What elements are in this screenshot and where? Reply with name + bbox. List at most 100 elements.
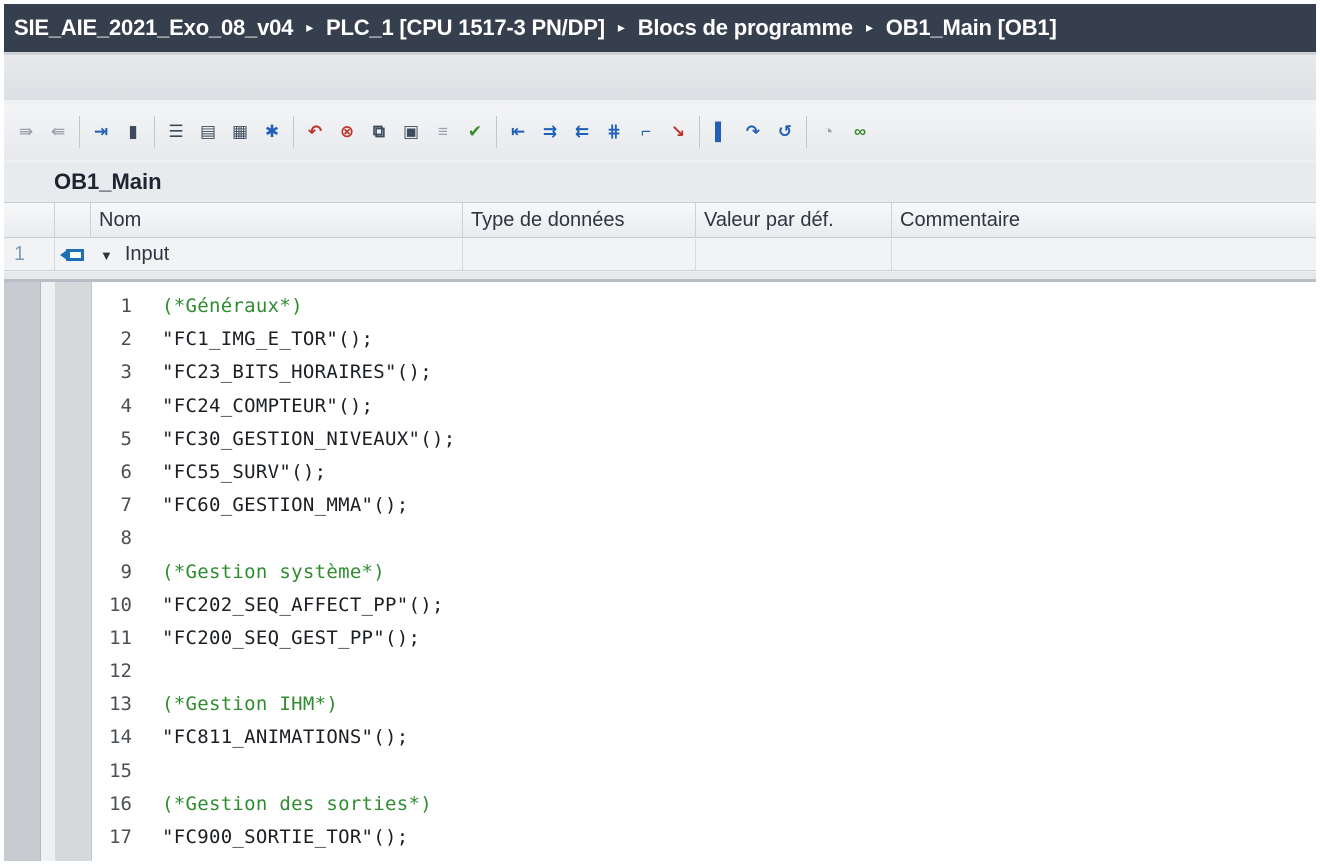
clear-error-icon[interactable]: ⊗ <box>333 118 361 146</box>
toolbar-separator <box>806 116 807 148</box>
glasses-icon[interactable]: ∞ <box>846 118 874 146</box>
line-number: 5 <box>120 427 132 450</box>
line-number: 16 <box>109 792 132 815</box>
indent-icon[interactable]: ▤ <box>194 118 222 146</box>
expand-chevron-icon[interactable]: ▼ <box>100 248 113 263</box>
bookmark-icon[interactable]: ⌐ <box>632 118 660 146</box>
code-line[interactable]: 3 "FC23_BITS_HORAIRES"(); <box>92 356 1316 389</box>
column-comment[interactable]: Commentaire <box>891 203 1316 237</box>
breadcrumb-plc[interactable]: PLC_1 [CPU 1517-3 PN/DP] <box>326 15 605 41</box>
fold-gutter <box>41 282 55 861</box>
line-number: 10 <box>109 593 132 616</box>
line-number: 2 <box>120 328 132 351</box>
header-icon-cell <box>54 203 90 237</box>
line-number: 3 <box>120 361 132 384</box>
line-number: 8 <box>120 527 132 550</box>
code-line[interactable]: 6 "FC55_SURV"(); <box>92 456 1316 489</box>
breadcrumb-program-blocks[interactable]: Blocs de programme <box>638 15 853 41</box>
toolbar-separator <box>496 116 497 148</box>
bookmark-gutter[interactable] <box>55 282 92 861</box>
input-data-type-cell[interactable] <box>462 239 695 270</box>
breadcrumb-block[interactable]: OB1_Main [OB1] <box>886 15 1057 41</box>
breakpoint-gutter[interactable] <box>4 282 41 861</box>
format-icon[interactable]: ≡ <box>429 118 457 146</box>
editor-toolbar: ⇛ ⇚ ⇥ ▮ ☰ ▤ ▦ ✱ ↶ ⊗ ⧉ ▣ ≡ ✔ ⇤ ⇉ ⇇ ⋕ ⌐ ↘ … <box>4 104 1316 160</box>
code-lines: 1 (*Généraux*) 2 "FC1_IMG_E_TOR"(); 3 "FC23_B… <box>92 290 1316 861</box>
indent-decrease-icon[interactable]: ⇇ <box>568 118 596 146</box>
interface-row-input[interactable]: 1 ▼ Input <box>4 239 1316 271</box>
code-line[interactable]: 12 <box>92 655 1316 688</box>
interface-header: Nom Type de données Valeur par déf. Comm… <box>4 202 1316 238</box>
breadcrumb: SIE_AIE_2021_Exo_08_v04 ▸ PLC_1 [CPU 151… <box>4 4 1316 52</box>
line-number: 17 <box>109 826 132 848</box>
input-row-name: ▼ Input <box>90 239 462 270</box>
code-statement: "FC200_SEQ_GEST_PP"(); <box>162 626 421 649</box>
bookmark-next-icon[interactable]: ↘ <box>664 118 692 146</box>
monitor-icon[interactable]: ▮ <box>119 118 147 146</box>
line-number: 6 <box>120 460 132 483</box>
scl-code-editor[interactable]: 1 (*Généraux*) 2 "FC1_IMG_E_TOR"(); 3 "FC23_B… <box>4 282 1316 861</box>
line-number: 11 <box>109 626 132 649</box>
code-line[interactable]: 13 (*Gestion IHM*) <box>92 688 1316 721</box>
code-line[interactable]: 8 <box>92 522 1316 555</box>
go-to-error-icon[interactable]: ↶ <box>301 118 329 146</box>
compile-icon[interactable]: ✔ <box>461 118 489 146</box>
breadcrumb-project[interactable]: SIE_AIE_2021_Exo_08_v04 <box>14 15 293 41</box>
step-into-icon[interactable]: ↷ <box>739 118 767 146</box>
code-statement: "FC60_GESTION_MMA"(); <box>162 494 409 517</box>
network-plus-icon[interactable]: ▦ <box>226 118 254 146</box>
star-icon[interactable]: ✱ <box>258 118 286 146</box>
column-data-type[interactable]: Type de données <box>462 203 695 237</box>
code-statement: "FC202_SEQ_AFFECT_PP"(); <box>162 593 444 616</box>
toolbar-separator <box>154 116 155 148</box>
code-line[interactable]: 15 <box>92 755 1316 788</box>
breakpoint-icon[interactable]: ▌ <box>707 118 735 146</box>
column-name[interactable]: Nom <box>90 203 462 237</box>
code-statement: "FC900_SORTIE_TOR"(); <box>162 826 409 848</box>
code-line[interactable]: 7 "FC60_GESTION_MMA"(); <box>92 489 1316 522</box>
input-section-icon <box>54 239 90 270</box>
code-line[interactable]: 10 "FC202_SEQ_AFFECT_PP"(); <box>92 589 1316 622</box>
code-line[interactable]: 9 (*Gestion système*) <box>92 556 1316 589</box>
interface-splitter[interactable] <box>4 272 1316 282</box>
code-statement: "FC24_COMPTEUR"(); <box>162 394 374 417</box>
code-line[interactable]: 11 "FC200_SEQ_GEST_PP"(); <box>92 622 1316 655</box>
column-default-value[interactable]: Valeur par déf. <box>695 203 891 237</box>
code-line[interactable]: 17 "FC900_SORTIE_TOR"(); <box>92 821 1316 854</box>
copy-icon[interactable]: ⧉ <box>365 118 393 146</box>
paste-icon[interactable]: ▣ <box>397 118 425 146</box>
step-out-icon[interactable]: ↺ <box>771 118 799 146</box>
code-line[interactable]: 4 "FC24_COMPTEUR"(); <box>92 390 1316 423</box>
comment-icon[interactable]: ⇤ <box>504 118 532 146</box>
code-line[interactable]: 2 "FC1_IMG_E_TOR"(); <box>92 323 1316 356</box>
secondary-bar <box>4 52 1316 100</box>
breadcrumb-separator: ▸ <box>865 18 873 35</box>
insert-row-icon[interactable]: ⇥ <box>87 118 115 146</box>
header-index-cell <box>4 203 54 237</box>
code-statement: "FC811_ANIMATIONS"(); <box>162 726 409 749</box>
line-number: 1 <box>120 295 132 317</box>
toolbar-separator <box>293 116 294 148</box>
delete-network-icon[interactable]: ⇚ <box>44 118 72 146</box>
code-line[interactable]: 14 "FC811_ANIMATIONS"(); <box>92 721 1316 754</box>
code-line[interactable]: 5 "FC30_GESTION_NIVEAUX"(); <box>92 423 1316 456</box>
indent-increase-icon[interactable]: ⇉ <box>536 118 564 146</box>
list-icon[interactable]: ☰ <box>162 118 190 146</box>
toolbar-separator <box>79 116 80 148</box>
code-comment: (*Gestion des sorties*) <box>162 792 432 815</box>
code-comment: (*Gestion IHM*) <box>162 693 339 716</box>
breadcrumb-separator: ▸ <box>617 18 625 35</box>
code-comment: (*Généraux*) <box>162 295 303 317</box>
watch-icon[interactable]: ◔ <box>814 118 842 146</box>
input-default-cell[interactable] <box>695 239 891 270</box>
code-line[interactable]: 18 <box>92 854 1316 861</box>
align-icon[interactable]: ⋕ <box>600 118 628 146</box>
line-number: 18 <box>92 854 132 861</box>
code-line[interactable]: 16 (*Gestion des sorties*) <box>92 788 1316 821</box>
code-line[interactable]: 1 (*Généraux*) <box>92 290 1316 323</box>
line-number: 9 <box>120 560 132 583</box>
insert-network-icon[interactable]: ⇛ <box>12 118 40 146</box>
line-number: 13 <box>109 693 132 716</box>
line-number: 14 <box>109 726 132 749</box>
input-comment-cell[interactable] <box>891 239 1316 270</box>
